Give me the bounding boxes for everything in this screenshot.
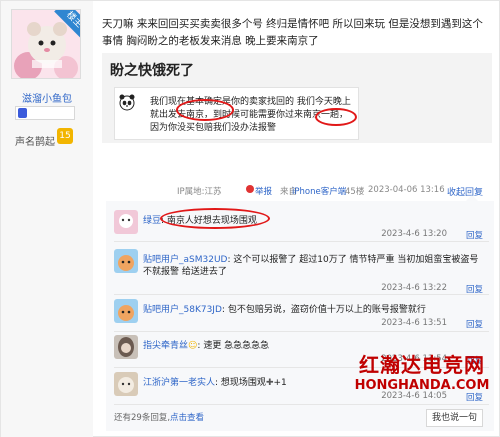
reply-suffix: +1 [273, 378, 287, 388]
post-floor: 楼主 滋溜小鱼包 声名鹊起 15 天刀嘛 来来回回买买卖卖很多个号 终归是情怀吧… [0, 0, 500, 437]
reply-username[interactable]: 江浙沪第一老实人 [143, 378, 215, 388]
reply-divider [114, 241, 489, 242]
client-link[interactable]: iPhone客户端 [292, 185, 346, 197]
reply-content: 贴吧用户_aSM32UD: 这个可以报警了 超过10万了 情节特严重 当初加姐蛮… [143, 255, 479, 277]
emoji-icon: ☺ [188, 341, 198, 351]
reply-time: 2023-4-6 13:20 [381, 229, 447, 239]
reply-avatar[interactable] [114, 299, 138, 323]
reply-body: 包不包赔另说，盗窃价值十万以上的账号报警就行 [227, 305, 426, 315]
fame-level-badge: 15 [57, 128, 73, 144]
annotation-oval-1 [176, 99, 234, 121]
reply-avatar[interactable] [114, 335, 138, 359]
reply-time: 2023-4-6 13:51 [381, 318, 447, 328]
post-text: 天刀嘛 来来回回买买卖卖很多个号 终归是情怀吧 所以回来玩 但是没想到遇到这个事… [102, 18, 483, 47]
more-replies-count: 还有29条回复, [114, 413, 171, 423]
reply-button[interactable]: 回复 [466, 318, 483, 330]
floor-number: 45楼 [345, 187, 365, 197]
reply-username[interactable]: 绿豆 [143, 216, 161, 226]
reply-avatar[interactable] [114, 210, 138, 234]
watermark-line-2: HONGHANDA.COM [354, 378, 490, 393]
reply-content: 贴吧用户_58K73JD: 包不包赔另说，盗窃价值十万以上的账号报警就行 [143, 305, 426, 315]
reply-divider [114, 294, 489, 295]
site-watermark: 红瀚达电竞网 HONGHANDA.COM [343, 353, 500, 413]
ip-location: IP属地:江苏 [177, 187, 222, 197]
quote-title: 盼之快饿死了 [110, 63, 194, 79]
report-link[interactable]: 举报 [255, 185, 272, 197]
author-sidebar: 楼主 滋溜小鱼包 声名鹊起 15 [1, 1, 93, 437]
report-icon[interactable] [246, 185, 254, 193]
watermark-line-1: 红瀚达电竞网 [359, 353, 485, 377]
annotation-oval-3 [160, 208, 270, 229]
reply-username[interactable]: 贴吧用户_58K73JD [143, 305, 222, 315]
level-bar [15, 106, 75, 120]
reply-body: 速更 急急急急急 [203, 341, 270, 351]
reply-divider [114, 331, 489, 332]
reply-item: 贴吧用户_aSM32UD: 这个可以报警了 超过10万了 情节特严重 当初加姐蛮… [114, 249, 489, 295]
reply-username[interactable]: 指尖牵青丝 [143, 341, 188, 351]
reply-content: 江浙沪第一老实人: 想现场围观✚+1 [143, 378, 287, 388]
reply-content: 指尖牵青丝☺: 速更 急急急急急 [143, 341, 270, 351]
reply-time: 2023-4-6 13:22 [381, 283, 447, 293]
post-time: 2023-04-06 13:16 [368, 185, 445, 195]
reply-body: 想现场围观 [220, 378, 266, 388]
view-more-link[interactable]: 点击查看 [170, 413, 204, 423]
level-icon [18, 108, 27, 118]
annotation-oval-2 [315, 108, 357, 126]
author-username[interactable]: 滋溜小鱼包 [1, 90, 93, 105]
reply-avatar[interactable] [114, 372, 138, 396]
author-avatar[interactable]: 楼主 [11, 9, 81, 79]
reply-avatar[interactable] [114, 249, 138, 273]
panda-icon [119, 94, 135, 111]
reply-username[interactable]: 贴吧用户_aSM32UD [143, 255, 227, 265]
more-replies: 还有29条回复,点击查看 [114, 411, 204, 423]
fame-label: 声名鹊起 [15, 137, 55, 148]
reply-item: 贴吧用户_58K73JD: 包不包赔另说，盗窃价值十万以上的账号报警就行 202… [114, 299, 489, 335]
reply-button[interactable]: 回复 [466, 229, 483, 241]
